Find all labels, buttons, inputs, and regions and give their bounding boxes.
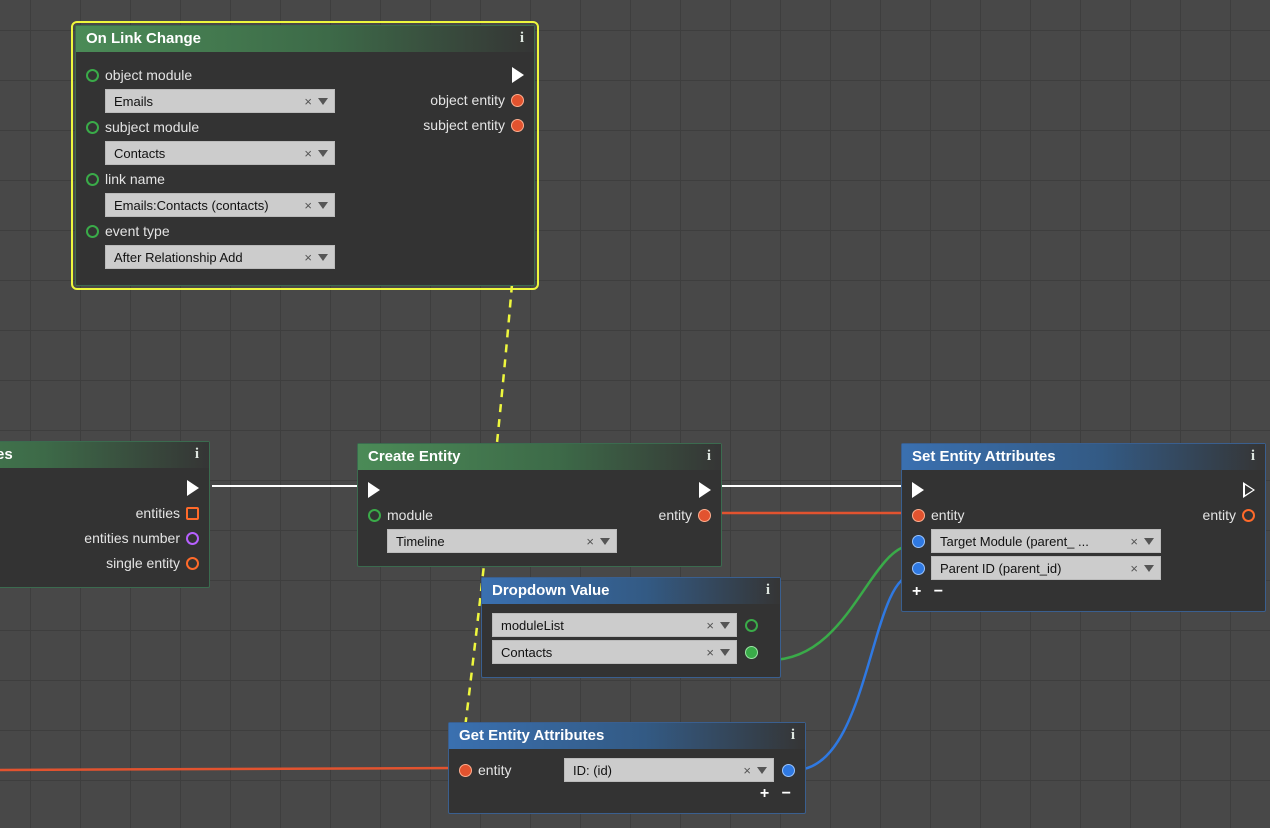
node-title: Dropdown Value — [492, 582, 610, 599]
port-in-parent-id[interactable] — [912, 562, 925, 575]
dropdown-list[interactable]: moduleList× — [492, 613, 737, 637]
dropdown-value-field[interactable]: Contacts× — [492, 640, 737, 664]
chevron-down-icon[interactable] — [318, 254, 328, 261]
label-entity-in: entity — [931, 507, 964, 523]
port-out-object-entity[interactable] — [511, 94, 524, 107]
label-object-module: object module — [105, 67, 192, 83]
label-single-entity: single entity — [106, 555, 180, 571]
label-entity-out: entity — [1203, 507, 1236, 523]
port-out-entities-number[interactable] — [186, 532, 199, 545]
port-exec-out[interactable] — [187, 480, 199, 496]
label-entities-number: entities number — [84, 530, 180, 546]
clear-icon[interactable]: × — [300, 250, 316, 265]
chevron-down-icon[interactable] — [600, 538, 610, 545]
info-icon[interactable]: i — [766, 582, 770, 599]
label-link-name: link name — [105, 171, 165, 187]
chevron-down-icon[interactable] — [1144, 538, 1154, 545]
clear-icon[interactable]: × — [300, 94, 316, 109]
port-exec-out[interactable] — [699, 482, 711, 498]
clear-icon[interactable]: × — [300, 146, 316, 161]
port-out-entity[interactable] — [698, 509, 711, 522]
port-in-object-module[interactable] — [86, 69, 99, 82]
node-header[interactable]: Create Entity i — [358, 444, 721, 470]
port-out-list[interactable] — [745, 619, 758, 632]
port-exec-out[interactable] — [512, 67, 524, 83]
add-remove-attr[interactable]: + − — [912, 583, 1255, 601]
node-on-link-change[interactable]: On Link Change i object module Emails× s… — [75, 25, 535, 286]
chevron-down-icon[interactable] — [318, 98, 328, 105]
port-in-target-module[interactable] — [912, 535, 925, 548]
label-module: module — [387, 507, 433, 523]
node-title: Get Entity Attributes — [459, 727, 604, 744]
clear-icon[interactable]: × — [739, 763, 755, 778]
info-icon[interactable]: i — [707, 448, 711, 465]
info-icon[interactable]: i — [520, 30, 524, 47]
dropdown-parent-id[interactable]: Parent ID (parent_id)× — [931, 556, 1161, 580]
node-left-partial[interactable]: . tes i entities entities number single … — [0, 441, 210, 588]
label-entity: entity — [478, 762, 511, 778]
port-in-entity[interactable] — [459, 764, 472, 777]
label-entities: entities — [136, 505, 180, 521]
chevron-down-icon[interactable] — [318, 150, 328, 157]
chevron-down-icon[interactable] — [757, 767, 767, 774]
port-out-entity[interactable] — [1242, 509, 1255, 522]
node-dropdown-value[interactable]: Dropdown Value i moduleList× Contacts× — [481, 577, 781, 678]
port-exec-out[interactable] — [1243, 482, 1255, 498]
port-in-link-name[interactable] — [86, 173, 99, 186]
node-header[interactable]: Dropdown Value i — [482, 578, 780, 604]
port-out-value[interactable] — [745, 646, 758, 659]
dropdown-subject-module[interactable]: Contacts× — [105, 141, 335, 165]
node-header[interactable]: . tes i — [0, 442, 209, 468]
dropdown-id-field[interactable]: ID: (id)× — [564, 758, 774, 782]
info-icon[interactable]: i — [1251, 448, 1255, 465]
node-title: Create Entity — [368, 448, 461, 465]
port-in-entity[interactable] — [912, 509, 925, 522]
clear-icon[interactable]: × — [582, 534, 598, 549]
clear-icon[interactable]: × — [702, 618, 718, 633]
node-header[interactable]: On Link Change i — [76, 26, 534, 52]
label-subject-entity: subject entity — [423, 117, 505, 133]
add-remove-attr[interactable]: + − — [459, 785, 795, 803]
dropdown-link-name[interactable]: Emails:Contacts (contacts)× — [105, 193, 335, 217]
port-exec-in[interactable] — [368, 482, 380, 498]
node-title: On Link Change — [86, 30, 201, 47]
port-in-event-type[interactable] — [86, 225, 99, 238]
node-set-entity-attributes[interactable]: Set Entity Attributes i entity entity Ta… — [901, 443, 1266, 612]
port-in-subject-module[interactable] — [86, 121, 99, 134]
clear-icon[interactable]: × — [702, 645, 718, 660]
node-title: tes — [0, 446, 13, 463]
label-entity-out: entity — [659, 507, 692, 523]
port-out-subject-entity[interactable] — [511, 119, 524, 132]
chevron-down-icon[interactable] — [720, 622, 730, 629]
chevron-down-icon[interactable] — [720, 649, 730, 656]
node-title: Set Entity Attributes — [912, 448, 1056, 465]
node-create-entity[interactable]: Create Entity i module entity Timeline× — [357, 443, 722, 567]
clear-icon[interactable]: × — [1126, 534, 1142, 549]
port-out-single-entity[interactable] — [186, 557, 199, 570]
label-event-type: event type — [105, 223, 170, 239]
dropdown-event-type[interactable]: After Relationship Add× — [105, 245, 335, 269]
clear-icon[interactable]: × — [1126, 561, 1142, 576]
dropdown-target-module[interactable]: Target Module (parent_ ...× — [931, 529, 1161, 553]
chevron-down-icon[interactable] — [1144, 565, 1154, 572]
port-out-id[interactable] — [782, 764, 795, 777]
port-exec-in[interactable] — [912, 482, 924, 498]
dropdown-object-module[interactable]: Emails× — [105, 89, 335, 113]
node-get-entity-attributes[interactable]: Get Entity Attributes i entity ID: (id)×… — [448, 722, 806, 814]
dropdown-module[interactable]: Timeline× — [387, 529, 617, 553]
clear-icon[interactable]: × — [300, 198, 316, 213]
info-icon[interactable]: i — [791, 727, 795, 744]
label-subject-module: subject module — [105, 119, 199, 135]
chevron-down-icon[interactable] — [318, 202, 328, 209]
port-in-module[interactable] — [368, 509, 381, 522]
node-header[interactable]: Set Entity Attributes i — [902, 444, 1265, 470]
port-out-entities[interactable] — [186, 507, 199, 520]
node-header[interactable]: Get Entity Attributes i — [449, 723, 805, 749]
info-icon[interactable]: i — [195, 446, 199, 463]
label-object-entity: object entity — [430, 92, 505, 108]
